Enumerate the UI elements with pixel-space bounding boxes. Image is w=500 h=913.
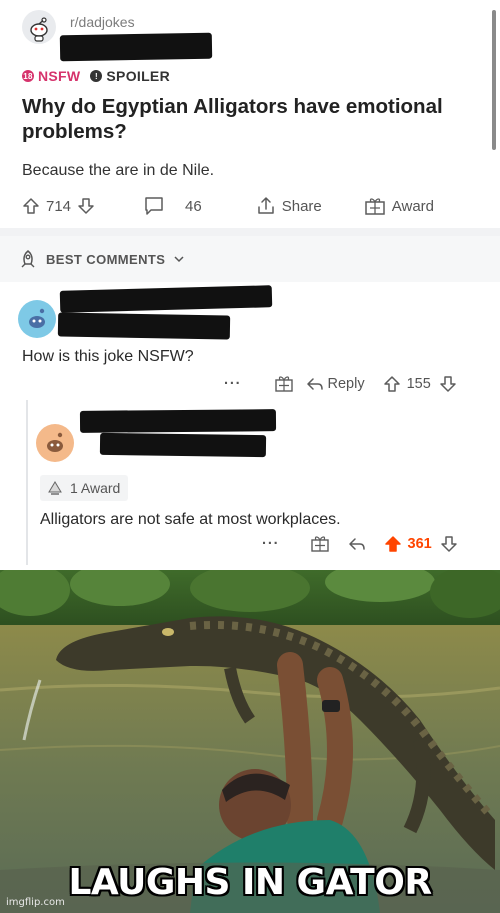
nsfw-tag: 18 NSFW [22, 68, 80, 84]
share-icon [257, 197, 274, 214]
comment-text: How is this joke NSFW? [22, 348, 194, 365]
comment-count: 46 [185, 197, 202, 215]
comment-text: Alligators are not safe at most workplac… [40, 511, 341, 528]
scrollbar[interactable] [492, 10, 496, 150]
share-button[interactable]: Share [256, 196, 322, 216]
downvote-icon[interactable] [77, 197, 95, 215]
post-actions: 714 46 Share Award [22, 196, 484, 216]
snoo-avatar-icon [29, 308, 45, 328]
reddit-post: r/dadjokes 18 NSFW ! SPOILER Why do Egyp… [0, 0, 500, 228]
commenter-avatar[interactable] [36, 424, 74, 462]
award-count-label: 1 Award [70, 480, 121, 496]
sort-label: BEST COMMENTS [46, 251, 166, 267]
award-label: Award [391, 197, 434, 215]
downvote-icon[interactable] [439, 375, 457, 393]
award-icon [48, 481, 62, 495]
post-body: Because the are in de Nile. [22, 162, 215, 179]
thread-line[interactable] [26, 400, 28, 565]
post-title[interactable]: Why do Egyptian Alligators have emotiona… [22, 94, 484, 144]
commenter-avatar[interactable] [18, 300, 56, 338]
comment-icon [145, 197, 163, 215]
rocket-icon [21, 250, 35, 268]
award-badge[interactable]: 1 Award [40, 475, 129, 501]
post-tags: 18 NSFW ! SPOILER [22, 68, 170, 84]
redacted-username [79, 409, 277, 433]
redacted-username [59, 32, 213, 62]
gift-icon[interactable] [274, 375, 294, 393]
sort-control[interactable]: BEST COMMENTS [18, 249, 185, 269]
nsfw-icon: 18 [22, 70, 34, 82]
comment-actions: ··· Reply 155 [224, 375, 457, 393]
snoo-avatar-icon [47, 432, 63, 452]
subreddit-name[interactable]: r/dadjokes [70, 14, 135, 30]
section-divider [0, 228, 500, 236]
spoiler-label: SPOILER [106, 68, 170, 84]
meme-caption: LAUGHS IN GATOR [68, 862, 432, 903]
more-button[interactable]: ··· [262, 536, 280, 552]
share-label: Share [281, 197, 322, 215]
comment-vote-count: 361 [407, 536, 432, 552]
subreddit-avatar[interactable] [22, 10, 56, 44]
comments-button[interactable]: 46 [143, 196, 202, 216]
watermark: imgflip.com [6, 897, 65, 908]
comment-sort-bar[interactable]: BEST COMMENTS [0, 236, 500, 282]
reply-button[interactable]: Reply [306, 376, 365, 392]
snoo-icon [30, 17, 48, 42]
chevron-down-icon [174, 256, 184, 263]
redacted-username [99, 432, 267, 458]
redacted-username [59, 285, 273, 313]
spoiler-icon: ! [90, 70, 103, 82]
comment-actions: ··· 361 [262, 535, 458, 553]
upvote-icon[interactable] [383, 375, 401, 393]
gift-icon[interactable] [310, 535, 330, 553]
subreddit-row [22, 10, 56, 44]
redacted-username [57, 312, 231, 340]
gift-icon [365, 198, 385, 215]
reply-label: Reply [327, 376, 365, 392]
nsfw-label: NSFW [38, 68, 81, 84]
downvote-icon[interactable] [440, 535, 458, 553]
award-button[interactable]: Award [364, 196, 434, 216]
more-button[interactable]: ··· [224, 376, 242, 392]
comment-vote-count: 155 [406, 376, 431, 392]
reply-icon[interactable] [348, 536, 366, 552]
post-vote-count: 714 [46, 197, 72, 215]
vote-group: 714 [22, 197, 95, 215]
upvote-icon[interactable] [22, 197, 40, 215]
spoiler-tag: ! SPOILER [90, 68, 170, 84]
upvote-active-icon[interactable] [384, 535, 402, 553]
reply-icon [306, 378, 323, 390]
